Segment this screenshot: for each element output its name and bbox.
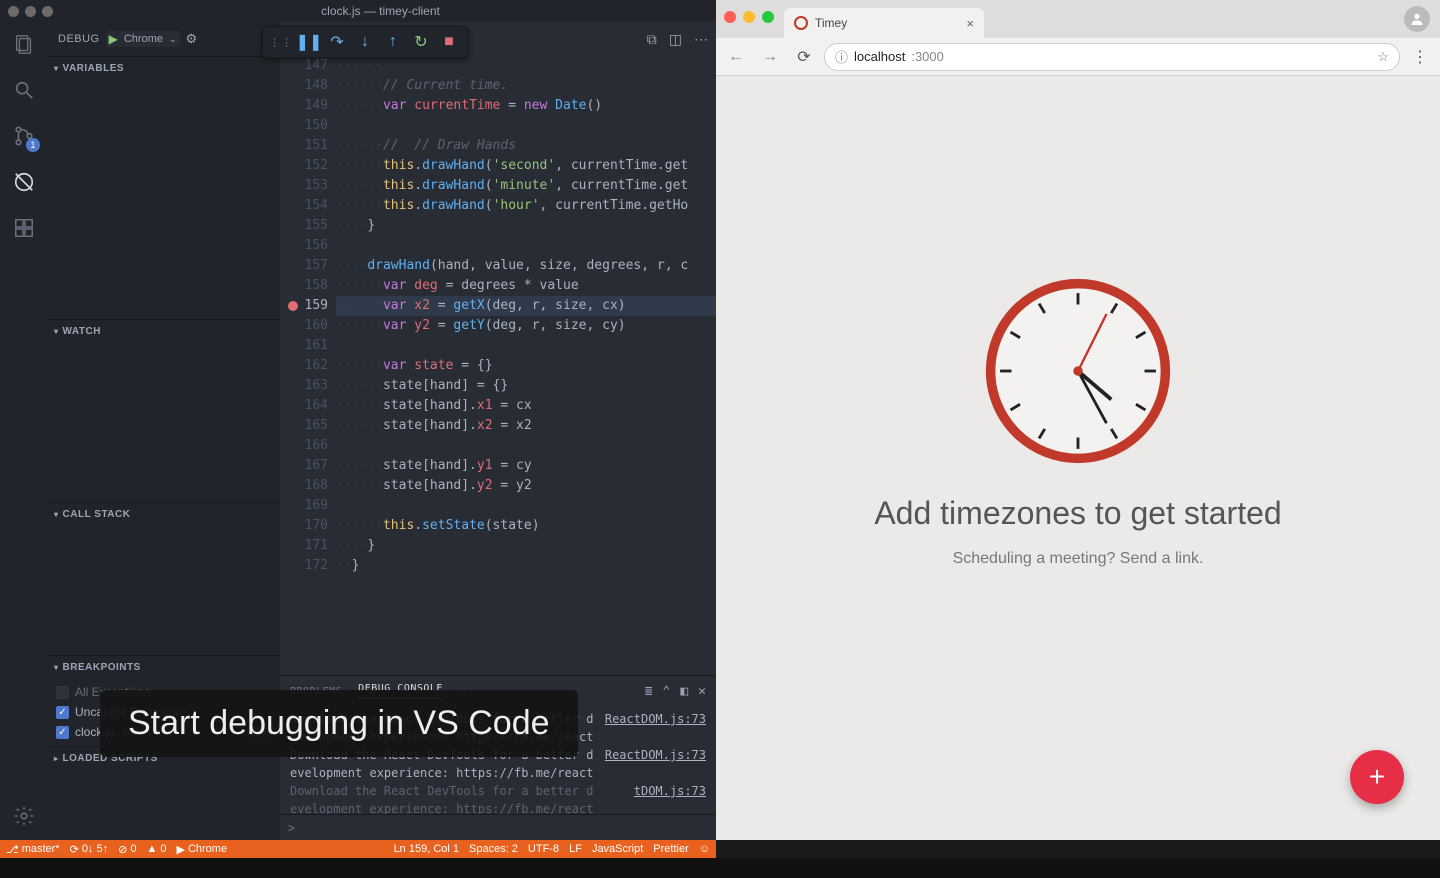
debug-console-input[interactable]: > [280, 814, 716, 840]
search-icon[interactable] [10, 76, 38, 104]
debug-label: DEBUG [58, 33, 100, 45]
step-into-icon[interactable]: ↓ [353, 30, 377, 54]
minimize-icon[interactable] [743, 11, 755, 23]
source-link[interactable]: tDOM.js:73 [634, 782, 706, 800]
close-icon[interactable] [8, 6, 19, 17]
language[interactable]: JavaScript [592, 843, 643, 855]
browser-tab[interactable]: Timey × [784, 8, 984, 38]
page-headline: Add timezones to get started [716, 495, 1440, 532]
debug-icon[interactable] [10, 168, 38, 196]
restart-icon[interactable]: ↻ [409, 30, 433, 54]
git-sync[interactable]: ⟳ 0↓ 5↑ [70, 843, 109, 856]
debug-toolbar[interactable]: ⋮⋮ ❚❚ ↷ ↓ ↑ ↻ ■ [262, 26, 468, 58]
forward-icon[interactable]: → [756, 43, 784, 71]
chrome-window: Timey × ← → ⟳ ⓘ localhost :3000 ☆ ⋮ [716, 0, 1440, 840]
split-editor-icon[interactable]: ◫ [669, 31, 682, 48]
feedback-icon[interactable]: ☺ [699, 843, 710, 855]
activity-bar: 1 [0, 22, 48, 840]
filter-icon[interactable]: ≣ [645, 684, 653, 699]
overlay-caption: Start debugging in VS Code [100, 690, 578, 757]
callstack-body [48, 525, 280, 655]
window-controls[interactable] [8, 6, 53, 17]
callstack-section-header[interactable]: ▾CALL STACK [48, 503, 280, 525]
warnings[interactable]: ▲ 0 [146, 843, 166, 855]
source-link[interactable]: ReactDOM.js:73 [605, 746, 706, 764]
reload-icon[interactable]: ⟳ [790, 43, 818, 71]
clock-illustration [983, 276, 1173, 466]
indent[interactable]: Spaces: 2 [469, 843, 518, 855]
launch-config-select[interactable]: Chrome [120, 33, 167, 45]
prettier[interactable]: Prettier [653, 843, 688, 855]
close-icon[interactable]: ✕ [698, 684, 706, 699]
bookmark-icon[interactable]: ☆ [1377, 49, 1389, 65]
pause-icon[interactable]: ❚❚ [297, 30, 321, 54]
close-tab-icon[interactable]: × [966, 16, 974, 31]
page-subline: Scheduling a meeting? Send a link. [716, 550, 1440, 568]
maximize-icon[interactable] [762, 11, 774, 23]
code-editor[interactable]: 1471481491501511521531541551561571581591… [280, 56, 716, 675]
cursor-position[interactable]: Ln 159, Col 1 [394, 843, 459, 855]
checkbox-icon[interactable]: ✓ [56, 726, 69, 739]
maximize-icon[interactable] [42, 6, 53, 17]
settings-gear-icon[interactable] [10, 802, 38, 830]
status-bar: ⎇ master* ⟳ 0↓ 5↑ ⊘ 0 ▲ 0 ▶ Chrome Ln 15… [0, 840, 716, 858]
chrome-titlebar: Timey × [716, 0, 1440, 38]
back-icon[interactable]: ← [722, 43, 750, 71]
url-domain: localhost [854, 49, 905, 64]
errors[interactable]: ⊘ 0 [118, 843, 136, 856]
collapse-icon[interactable]: ⌃ [663, 684, 671, 699]
watch-body [48, 342, 280, 502]
breakpoints-section-header[interactable]: ▾BREAKPOINTS [48, 656, 280, 678]
panel-layout-icon[interactable]: ◧ [680, 684, 688, 699]
eol[interactable]: LF [569, 843, 582, 855]
menu-icon[interactable]: ⋮ [1406, 43, 1434, 71]
more-icon[interactable]: ⋯ [694, 31, 708, 48]
site-info-icon[interactable]: ⓘ [835, 47, 848, 66]
variables-section-header[interactable]: ▾VARIABLES [48, 57, 280, 79]
page-content: Add timezones to get started Scheduling … [716, 76, 1440, 840]
url-path: :3000 [911, 49, 944, 64]
vscode-titlebar: clock.js — timey-client [0, 0, 716, 22]
encoding[interactable]: UTF-8 [528, 843, 559, 855]
source-control-icon[interactable]: 1 [10, 122, 38, 150]
window-title: clock.js — timey-client [53, 4, 708, 18]
tab-title: Timey [815, 16, 847, 30]
drag-handle-icon[interactable]: ⋮⋮ [269, 30, 293, 54]
checkbox-icon[interactable] [56, 686, 69, 699]
address-bar[interactable]: ⓘ localhost :3000 ☆ [824, 43, 1400, 71]
profile-icon[interactable] [1404, 6, 1430, 32]
add-fab-button[interactable]: + [1350, 750, 1404, 804]
step-out-icon[interactable]: ↑ [381, 30, 405, 54]
close-icon[interactable] [724, 11, 736, 23]
chevron-down-icon[interactable]: ⌄ [169, 34, 177, 45]
stop-icon[interactable]: ■ [437, 30, 461, 54]
git-branch[interactable]: ⎇ master* [6, 843, 60, 856]
explorer-icon[interactable] [10, 30, 38, 58]
desktop-area [0, 858, 1440, 878]
debug-settings-icon[interactable]: ⚙ [186, 31, 198, 47]
start-debug-icon[interactable]: ▶ [109, 32, 118, 46]
minimize-icon[interactable] [25, 6, 36, 17]
watch-section-header[interactable]: ▾WATCH [48, 320, 280, 342]
open-changes-icon[interactable]: ⧉ [647, 31, 657, 48]
variables-body [48, 79, 280, 319]
scm-badge: 1 [26, 138, 40, 152]
favicon-icon [794, 16, 808, 30]
step-over-icon[interactable]: ↷ [325, 30, 349, 54]
source-link[interactable]: ReactDOM.js:73 [605, 710, 706, 728]
debug-target[interactable]: ▶ Chrome [176, 843, 227, 856]
debug-header: DEBUG ▶ Chrome ⌄ ⚙ [48, 22, 280, 56]
chrome-toolbar: ← → ⟳ ⓘ localhost :3000 ☆ ⋮ [716, 38, 1440, 76]
checkbox-icon[interactable]: ✓ [56, 706, 69, 719]
extensions-icon[interactable] [10, 214, 38, 242]
window-controls[interactable] [724, 11, 774, 23]
